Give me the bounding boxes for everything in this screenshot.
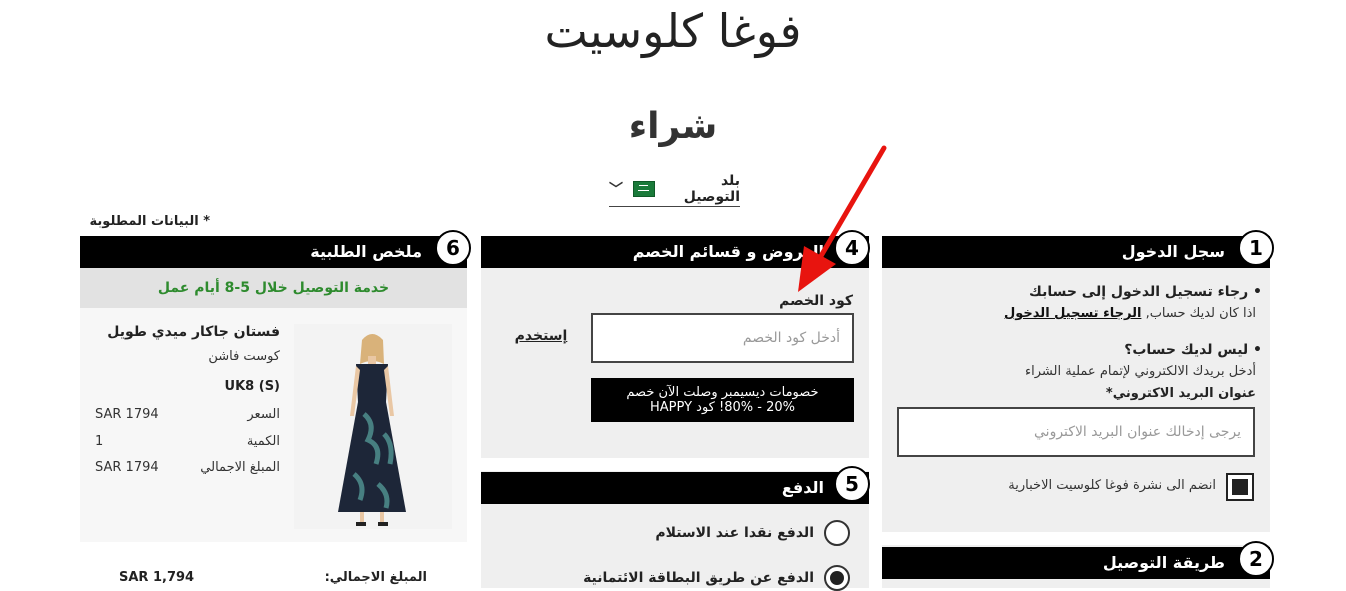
payment-title: الدفع [781,478,824,497]
apply-code-button[interactable]: إستخدم [510,328,572,344]
promo-line-1: خصومات ديسيمبر وصلت الآن خصم [626,385,819,400]
have-account-text: اذا كان لديك حساب, [1145,306,1256,321]
shipping-header: طريقة التوصيل [882,547,1270,579]
step-6-badge: 6 [435,230,471,266]
enter-email-text: أدخل بريدك الالكتروني لإتمام عملية الشرا… [1025,364,1256,379]
login-link[interactable]: الرجاء تسجيل الدخول [1004,306,1141,321]
discount-code-input[interactable]: أدخل كود الخصم [591,313,854,363]
no-account-title: • ليس لديك حساب؟ [1124,342,1262,358]
payment-header: الدفع [481,472,869,504]
price-value: SAR 1794 [95,407,159,422]
payment-cash-label: الدفع نقدا عند الاستلام [655,525,814,541]
payment-cash-radio[interactable] [824,520,850,546]
shipping-title: طريقة التوصيل [1102,553,1225,572]
step-2-badge: 2 [1238,541,1274,577]
email-input[interactable]: يرجى إدخالك عنوان البريد الاكتروني [897,407,1255,457]
product-size: UK8 (S) [224,379,280,394]
page-title: شراء [628,106,718,147]
newsletter-label: انضم الى نشرة فوغا كلوسيت الاخبارية [1008,478,1216,493]
price-label: السعر [247,407,280,422]
product-name[interactable]: فستان جاكار ميدي طويل [100,324,280,340]
saudi-flag-icon [633,181,655,197]
brand-logo[interactable]: فوغا كلوسيت [0,0,1346,62]
step-5-badge: 5 [834,466,870,502]
country-selector[interactable]: بلد التوصيل ﹀ [609,172,740,207]
promo-banner: خصومات ديسيمبر وصلت الآن خصم 20% - 80%! … [591,378,854,422]
login-prompt: • رجاء تسجيل الدخول إلى حسابك [1029,284,1262,300]
item-total-label: المبلغ الاجمالي [200,460,280,475]
apply-code-label: إستخدم [514,328,568,344]
required-fields-note: * البيانات المطلوبة [89,214,210,229]
quantity-value: 1 [95,434,104,449]
delivery-note-bar: خدمة التوصيل خلال 5-8 أيام عمل [80,268,467,308]
summary-title: ملخص الطلبية [310,242,422,261]
payment-card-label: الدفع عن طريق البطاقة الائتمانية [583,570,814,586]
email-label: عنوان البريد الاكتروني* [1105,386,1256,401]
login-header: سجل الدخول [882,236,1270,268]
payment-card-radio[interactable] [824,565,850,591]
promo-line-2: 20% - 80%! كود HAPPY [650,400,795,415]
email-placeholder: يرجى إدخالك عنوان البريد الاكتروني [1034,424,1241,440]
quantity-label: الكمية [246,434,280,449]
grand-total-label: المبلغ الاجمالي: [324,570,427,585]
summary-header: ملخص الطلبية [80,236,467,268]
discount-code-placeholder: أدخل كود الخصم [742,330,840,346]
newsletter-checkbox[interactable] [1226,473,1254,501]
product-image[interactable] [294,324,452,529]
country-label: بلد التوصيل [683,173,740,205]
dress-illustration [294,324,452,529]
step-1-badge: 1 [1238,230,1274,266]
login-title: سجل الدخول [1121,242,1225,261]
delivery-note-text: خدمة التوصيل خلال 5-8 أيام عمل [157,280,390,296]
product-brand: كوست فاشن [208,349,280,364]
grand-total-value: SAR 1,794 [119,570,195,585]
have-account-line: اذا كان لديك حساب, الرجاء تسجيل الدخول [900,306,1256,321]
chevron-down-icon: ﹀ [609,182,623,198]
item-total-value: SAR 1794 [95,460,159,475]
annotation-arrow [798,145,887,292]
